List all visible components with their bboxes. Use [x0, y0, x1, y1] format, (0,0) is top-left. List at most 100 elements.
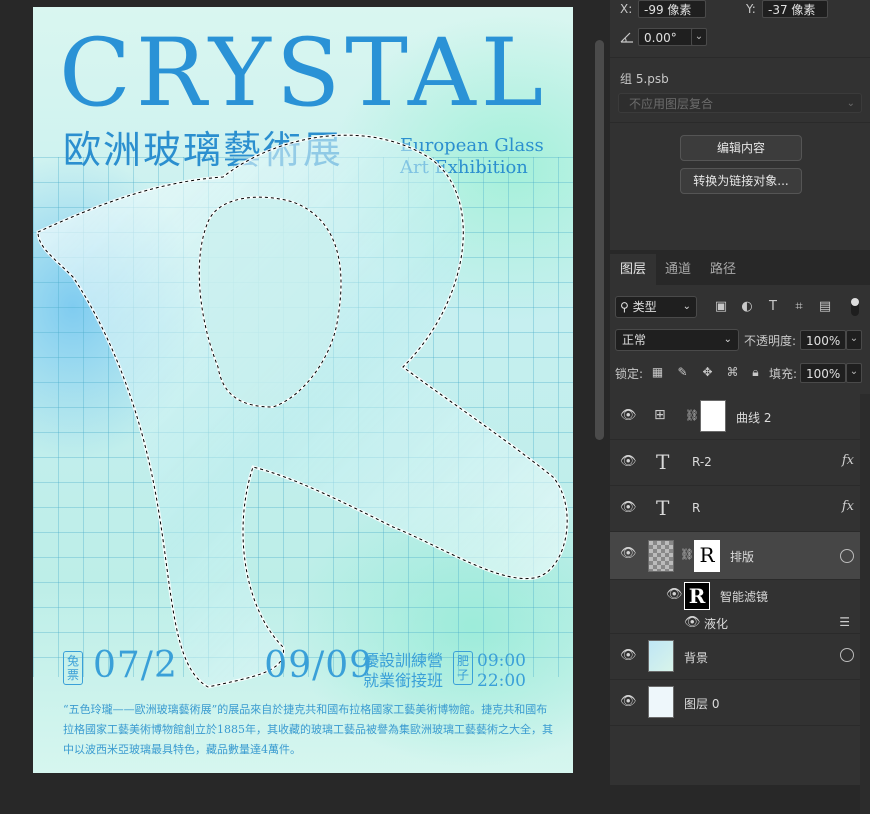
fill-field[interactable]: 100%	[800, 363, 846, 383]
layer-row-background-smart[interactable]: 👁︎ 背景	[610, 634, 860, 680]
lock-transparent-pixels-icon[interactable]: ▦	[650, 365, 665, 380]
filter-adjustment-icon[interactable]: ◐	[739, 299, 755, 315]
eye-icon[interactable]: 👁︎	[620, 455, 637, 469]
layer-thumbnail[interactable]	[648, 686, 674, 718]
layer-row-text-r[interactable]: 👁︎ T R fx	[610, 486, 860, 532]
search-icon: ⚲	[620, 300, 629, 314]
opacity-dropdown-button[interactable]: ⌄	[846, 330, 862, 350]
poster-time-line2: 22:00	[477, 671, 526, 691]
filter-options-icon[interactable]: ☰	[839, 615, 850, 629]
layer-name[interactable]: 智能滤镜	[720, 588, 768, 605]
poster-artwork[interactable]: CRYSTAL 欧洲玻璃藝術展 European Glass Art Exhib…	[33, 7, 573, 773]
layer-thumbnail[interactable]	[648, 640, 674, 672]
smart-filter-mask-thumbnail[interactable]: R	[684, 582, 710, 610]
filter-smart-object-icon[interactable]: ▤	[817, 299, 833, 315]
layers-panel: 图层 通道 路径 ⚲ 类型 ⌄ ▣ ◐ T ⌗ ▤ 正常 ⌄ 不透明度: 100…	[610, 254, 870, 814]
layer-name[interactable]: 液化	[704, 615, 728, 632]
lock-all-icon[interactable]: 🔒︎	[748, 365, 763, 380]
filter-shape-icon[interactable]: ⌗	[791, 299, 807, 315]
layer-name[interactable]: R	[692, 501, 700, 515]
layer-name[interactable]: R-2	[692, 455, 712, 469]
layer-comp-select[interactable]: 不应用图层复合 ⌄	[618, 93, 862, 113]
document-canvas-area[interactable]: CRYSTAL 欧洲玻璃藝術展 European Glass Art Exhib…	[0, 0, 590, 785]
tab-layers[interactable]: 图层	[610, 254, 657, 285]
smart-object-icon	[840, 648, 854, 662]
eye-icon[interactable]: 👁︎	[620, 501, 637, 515]
smart-object-icon	[840, 549, 854, 563]
poster-time-line1: 09:00	[477, 651, 526, 671]
layer-row-curves[interactable]: 👁︎ ⊞ ⛓︎ 曲线 2	[610, 394, 860, 440]
link-icon[interactable]: ⛓︎	[685, 409, 699, 422]
opacity-label: 不透明度:	[744, 334, 797, 348]
canvas-vertical-scrollbar[interactable]	[590, 0, 610, 785]
canvas-scroll-thumb[interactable]	[595, 40, 604, 440]
layer-row-layer0[interactable]: 👁︎ 图层 0	[610, 680, 860, 726]
angle-field[interactable]: 0.00°	[638, 28, 696, 46]
angle-icon	[620, 32, 633, 43]
tab-channels[interactable]: 通道	[655, 254, 701, 285]
lock-artboard-icon[interactable]: ⌘	[725, 365, 740, 380]
divider	[610, 57, 870, 58]
layer-mask-thumbnail[interactable]	[700, 400, 726, 432]
filter-kind-select[interactable]: ⚲ 类型 ⌄	[615, 296, 697, 318]
fx-icon[interactable]: fx	[842, 499, 854, 514]
text-layer-icon: T	[656, 450, 670, 474]
x-position-field[interactable]: -99 像素	[638, 0, 706, 18]
link-icon[interactable]: ⛓︎	[680, 548, 694, 561]
x-label: X:	[620, 2, 633, 16]
fill-dropdown-button[interactable]: ⌄	[846, 363, 862, 383]
y-position-field[interactable]: -37 像素	[762, 0, 828, 18]
filter-kind-label: 类型	[632, 300, 657, 314]
lock-label: 锁定:	[615, 367, 644, 381]
filter-type-icon[interactable]: T	[765, 299, 781, 315]
text-layer-icon: T	[656, 496, 670, 520]
divider	[610, 122, 870, 123]
poster-course-line1: 優設訓練營	[363, 651, 444, 670]
panel-tab-bar: 图层 通道 路径	[610, 254, 870, 285]
eye-icon[interactable]: 👁︎	[620, 547, 637, 561]
fx-icon[interactable]: fx	[842, 453, 854, 468]
smart-filters-row[interactable]: 👁︎ R 智能滤镜	[610, 580, 860, 612]
tab-paths[interactable]: 路径	[700, 254, 746, 285]
filter-toggle-knob	[851, 298, 859, 306]
filter-pixel-icon[interactable]: ▣	[713, 299, 729, 315]
lock-position-icon[interactable]: ✥	[700, 365, 715, 380]
layer-thumbnail[interactable]	[648, 540, 674, 572]
chevron-down-icon: ⌄	[723, 334, 732, 345]
layer-name[interactable]: 排版	[730, 548, 754, 565]
eye-icon[interactable]: 👁︎	[620, 649, 637, 663]
layer-name[interactable]: 曲线 2	[736, 409, 771, 426]
chevron-down-icon: ⌄	[846, 98, 855, 109]
layer-row-layout[interactable]: 👁︎ ⛓︎ R 排版	[610, 532, 860, 580]
curves-adjustment-icon: ⊞	[654, 407, 666, 423]
smart-filter-liquify-row[interactable]: 👁︎ 液化 ☰	[610, 612, 860, 634]
lock-row: 锁定: ▦ ✎ ✥ ⌘ 🔒︎ 填充: 100% ⌄	[615, 362, 865, 384]
chevron-down-icon: ⌄	[682, 301, 691, 312]
layer-name[interactable]: 图层 0	[684, 695, 719, 712]
eye-icon[interactable]: 👁︎	[684, 616, 701, 630]
stamp-fat: 肥子	[453, 651, 473, 685]
eye-icon[interactable]: 👁︎	[620, 695, 637, 709]
blend-mode-select[interactable]: 正常 ⌄	[615, 329, 739, 351]
layer-row-text-r2[interactable]: 👁︎ T R-2 fx	[610, 440, 860, 486]
poster-dates: 07/2 09/09	[93, 645, 374, 686]
layer-filter-row: ⚲ 类型 ⌄ ▣ ◐ T ⌗ ▤	[615, 296, 865, 318]
lock-image-pixels-icon[interactable]: ✎	[675, 365, 690, 380]
eye-icon[interactable]: 👁︎	[620, 409, 637, 423]
properties-panel: X: -99 像素 Y: -37 像素 0.00° ⌄ 组 5.psb 不应用图…	[610, 0, 870, 250]
opacity-field[interactable]: 100%	[800, 330, 846, 350]
mask-thumbnail[interactable]: R	[694, 540, 720, 572]
poster-times: 09:00 22:00	[477, 651, 526, 691]
convert-to-linked-button[interactable]: 转换为链接对象...	[680, 168, 802, 194]
layer-name[interactable]: 背景	[684, 649, 708, 666]
edit-contents-button[interactable]: 编辑内容	[680, 135, 802, 161]
poster-course-line2: 就業銜接班	[363, 671, 444, 690]
fill-label: 填充:	[769, 367, 798, 381]
stamp-free: 兔票	[63, 651, 83, 685]
blend-mode-value: 正常	[622, 333, 647, 347]
angle-dropdown-button[interactable]: ⌄	[691, 28, 707, 46]
filter-toggle[interactable]	[851, 298, 859, 316]
layers-scrollbar[interactable]	[860, 394, 870, 814]
poster-body-text: “五色玲瓏——歐洲玻璃藝術展”的展品來自於捷克共和國布拉格國家工藝美術博物館。捷…	[63, 703, 553, 756]
eye-icon[interactable]: 👁︎	[666, 588, 683, 602]
